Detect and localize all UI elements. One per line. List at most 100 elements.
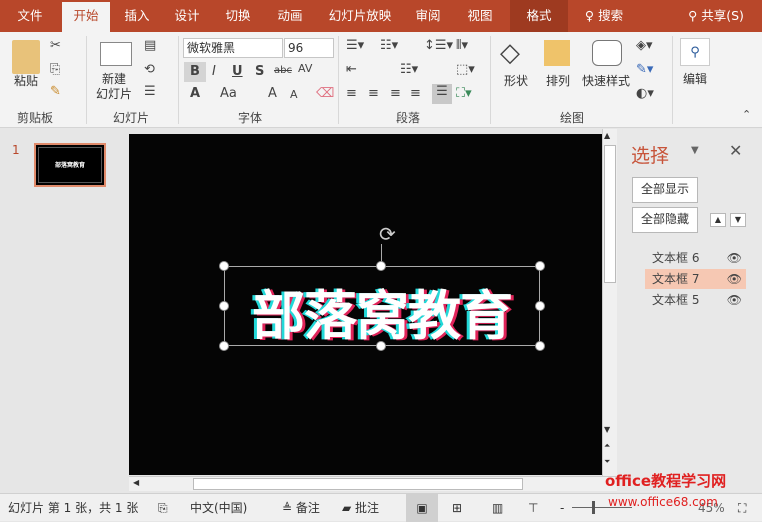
smartart-icon[interactable]: ⛶▾ bbox=[456, 86, 472, 101]
resize-handle[interactable] bbox=[219, 341, 229, 351]
font-name-select[interactable]: 微软雅黑 bbox=[183, 38, 283, 58]
bring-forward-icon[interactable]: ▲ bbox=[710, 213, 726, 227]
shape-effects-icon[interactable]: ◐▾ bbox=[636, 86, 654, 101]
resize-handle[interactable] bbox=[376, 261, 386, 271]
normal-view-icon[interactable]: ▣ bbox=[406, 494, 438, 522]
eye-icon[interactable]: 👁 bbox=[727, 290, 742, 310]
selected-text-box[interactable]: 部落窝教育 部落窝教育 部落窝教育 bbox=[224, 266, 540, 348]
reset-icon[interactable]: ⟲ bbox=[144, 62, 155, 77]
copy-icon[interactable]: ⎘ bbox=[50, 62, 60, 77]
tab-file[interactable]: 文件 bbox=[8, 0, 52, 32]
selection-item[interactable]: 文本框 6 👁 bbox=[645, 248, 746, 268]
search-button[interactable]: ♀ 搜索 bbox=[580, 0, 628, 32]
next-slide-icon[interactable]: ⏷ bbox=[604, 457, 610, 467]
quick-styles-button[interactable]: 快速样式 bbox=[578, 74, 634, 89]
shape-fill-icon[interactable]: ◈▾ bbox=[636, 38, 653, 53]
tab-view[interactable]: 视图 bbox=[458, 0, 502, 32]
slide-thumbnail[interactable]: 部落窝教育 bbox=[34, 143, 106, 187]
zoom-out-icon[interactable]: - bbox=[560, 494, 564, 522]
format-painter-icon[interactable]: ✎ bbox=[50, 84, 61, 99]
tab-transitions[interactable]: 切换 bbox=[216, 0, 260, 32]
paste-button[interactable]: 粘贴 bbox=[8, 74, 44, 89]
font-size-select[interactable]: 96 bbox=[284, 38, 334, 58]
numbering-icon[interactable]: ☷▾ bbox=[380, 38, 398, 53]
collapse-ribbon-icon[interactable]: ⌃ bbox=[742, 108, 751, 121]
align-left-icon[interactable]: ≡ bbox=[346, 86, 357, 101]
resize-handle[interactable] bbox=[535, 261, 545, 271]
hide-all-button[interactable]: 全部隐藏 bbox=[632, 207, 698, 233]
eye-icon[interactable]: 👁 bbox=[727, 269, 742, 289]
slideshow-icon[interactable]: ⊤ bbox=[528, 494, 538, 522]
resize-handle[interactable] bbox=[219, 301, 229, 311]
share-button[interactable]: ⚲ 共享(S) bbox=[676, 0, 756, 32]
selection-item-selected[interactable]: 文本框 7 👁 bbox=[645, 269, 746, 289]
scroll-down-icon[interactable]: ▼ bbox=[604, 425, 610, 434]
comments-button[interactable]: ▰ 批注 bbox=[342, 494, 379, 522]
eye-icon[interactable]: 👁 bbox=[727, 248, 742, 268]
strikethrough-button[interactable]: abc bbox=[274, 65, 292, 76]
decrease-indent-icon[interactable]: ⇤ bbox=[346, 62, 357, 77]
slide-info: 幻灯片 第 1 张，共 1 张 bbox=[8, 501, 139, 515]
resize-handle[interactable] bbox=[535, 301, 545, 311]
underline-button[interactable]: U bbox=[232, 64, 243, 79]
cut-icon[interactable]: ✂ bbox=[50, 38, 61, 53]
font-color-button[interactable]: A bbox=[190, 86, 200, 101]
zoom-slider-thumb[interactable] bbox=[592, 501, 595, 514]
text-direction-icon[interactable]: ⫴▾ bbox=[456, 38, 468, 53]
language[interactable]: 中文(中国) bbox=[190, 494, 247, 522]
scroll-thumb[interactable] bbox=[604, 145, 616, 283]
tab-slideshow[interactable]: 幻灯片放映 bbox=[322, 0, 398, 32]
justify-icon[interactable]: ≡ bbox=[410, 86, 421, 101]
grow-font-button[interactable]: A bbox=[268, 86, 277, 101]
character-spacing-button[interactable]: AV bbox=[298, 62, 312, 75]
previous-slide-icon[interactable]: ⏶ bbox=[604, 441, 610, 451]
columns-icon[interactable]: ☷▾ bbox=[400, 62, 418, 77]
bold-button[interactable]: B bbox=[184, 62, 206, 82]
resize-handle[interactable] bbox=[535, 341, 545, 351]
new-slide-button[interactable]: 新建 幻灯片 bbox=[92, 72, 136, 102]
scroll-left-icon[interactable]: ◀ bbox=[133, 478, 139, 487]
shrink-font-button[interactable]: A bbox=[290, 88, 298, 101]
italic-button[interactable]: I bbox=[212, 64, 216, 79]
shadow-button[interactable]: S bbox=[255, 64, 264, 79]
slide-sorter-icon[interactable]: ⊞ bbox=[452, 494, 462, 522]
resize-handle[interactable] bbox=[219, 261, 229, 271]
horizontal-scrollbar[interactable]: ◀ bbox=[129, 476, 617, 491]
tab-home[interactable]: 开始 bbox=[62, 2, 110, 32]
hscroll-thumb[interactable] bbox=[193, 478, 523, 490]
new-slide-icon bbox=[100, 42, 132, 66]
vertical-scrollbar[interactable]: ▲ ▼ ⏶ ⏷ bbox=[602, 129, 617, 476]
align-text-icon[interactable]: ⬚▾ bbox=[456, 62, 475, 77]
tab-animations[interactable]: 动画 bbox=[268, 0, 312, 32]
tab-insert[interactable]: 插入 bbox=[115, 0, 159, 32]
tab-format[interactable]: 格式 bbox=[510, 0, 568, 32]
layout-icon[interactable]: ▤ bbox=[144, 38, 156, 53]
close-icon[interactable]: ✕ bbox=[729, 141, 742, 160]
pane-options-icon[interactable]: ▼ bbox=[691, 145, 699, 156]
rotate-handle-icon[interactable]: ⟳ bbox=[379, 222, 396, 246]
scroll-up-icon[interactable]: ▲ bbox=[604, 131, 610, 140]
line-spacing-icon[interactable]: ↕☰▾ bbox=[424, 38, 453, 53]
tab-review[interactable]: 审阅 bbox=[406, 0, 450, 32]
fit-slide-icon[interactable]: ⛶ bbox=[738, 494, 746, 522]
bullets-icon[interactable]: ☰▾ bbox=[346, 38, 364, 53]
send-backward-icon[interactable]: ▼ bbox=[730, 213, 746, 227]
selection-item[interactable]: 文本框 5 👁 bbox=[645, 290, 746, 310]
align-right-icon[interactable]: ≡ bbox=[390, 86, 401, 101]
distributed-icon[interactable]: ☰ bbox=[432, 84, 452, 104]
slide-canvas[interactable]: ⟳ 部落窝教育 部落窝教育 部落窝教育 bbox=[129, 134, 602, 475]
arrange-button[interactable]: 排列 bbox=[540, 74, 576, 89]
clear-formatting-icon[interactable]: ⌫ bbox=[316, 86, 334, 101]
spell-check-icon[interactable]: ⎘ bbox=[158, 494, 168, 522]
shape-outline-icon[interactable]: ✎▾ bbox=[636, 62, 653, 77]
shapes-button[interactable]: 形状 bbox=[498, 74, 534, 89]
tab-design[interactable]: 设计 bbox=[165, 0, 209, 32]
change-case-button[interactable]: Aa bbox=[220, 86, 237, 101]
section-icon[interactable]: ☰ bbox=[144, 84, 156, 99]
align-center-icon[interactable]: ≡ bbox=[368, 86, 379, 101]
editing-button[interactable]: 编辑 bbox=[676, 72, 714, 87]
notes-button[interactable]: ≜ 备注 bbox=[282, 494, 320, 522]
reading-view-icon[interactable]: ▥ bbox=[492, 494, 503, 522]
show-all-button[interactable]: 全部显示 bbox=[632, 177, 698, 203]
resize-handle[interactable] bbox=[376, 341, 386, 351]
